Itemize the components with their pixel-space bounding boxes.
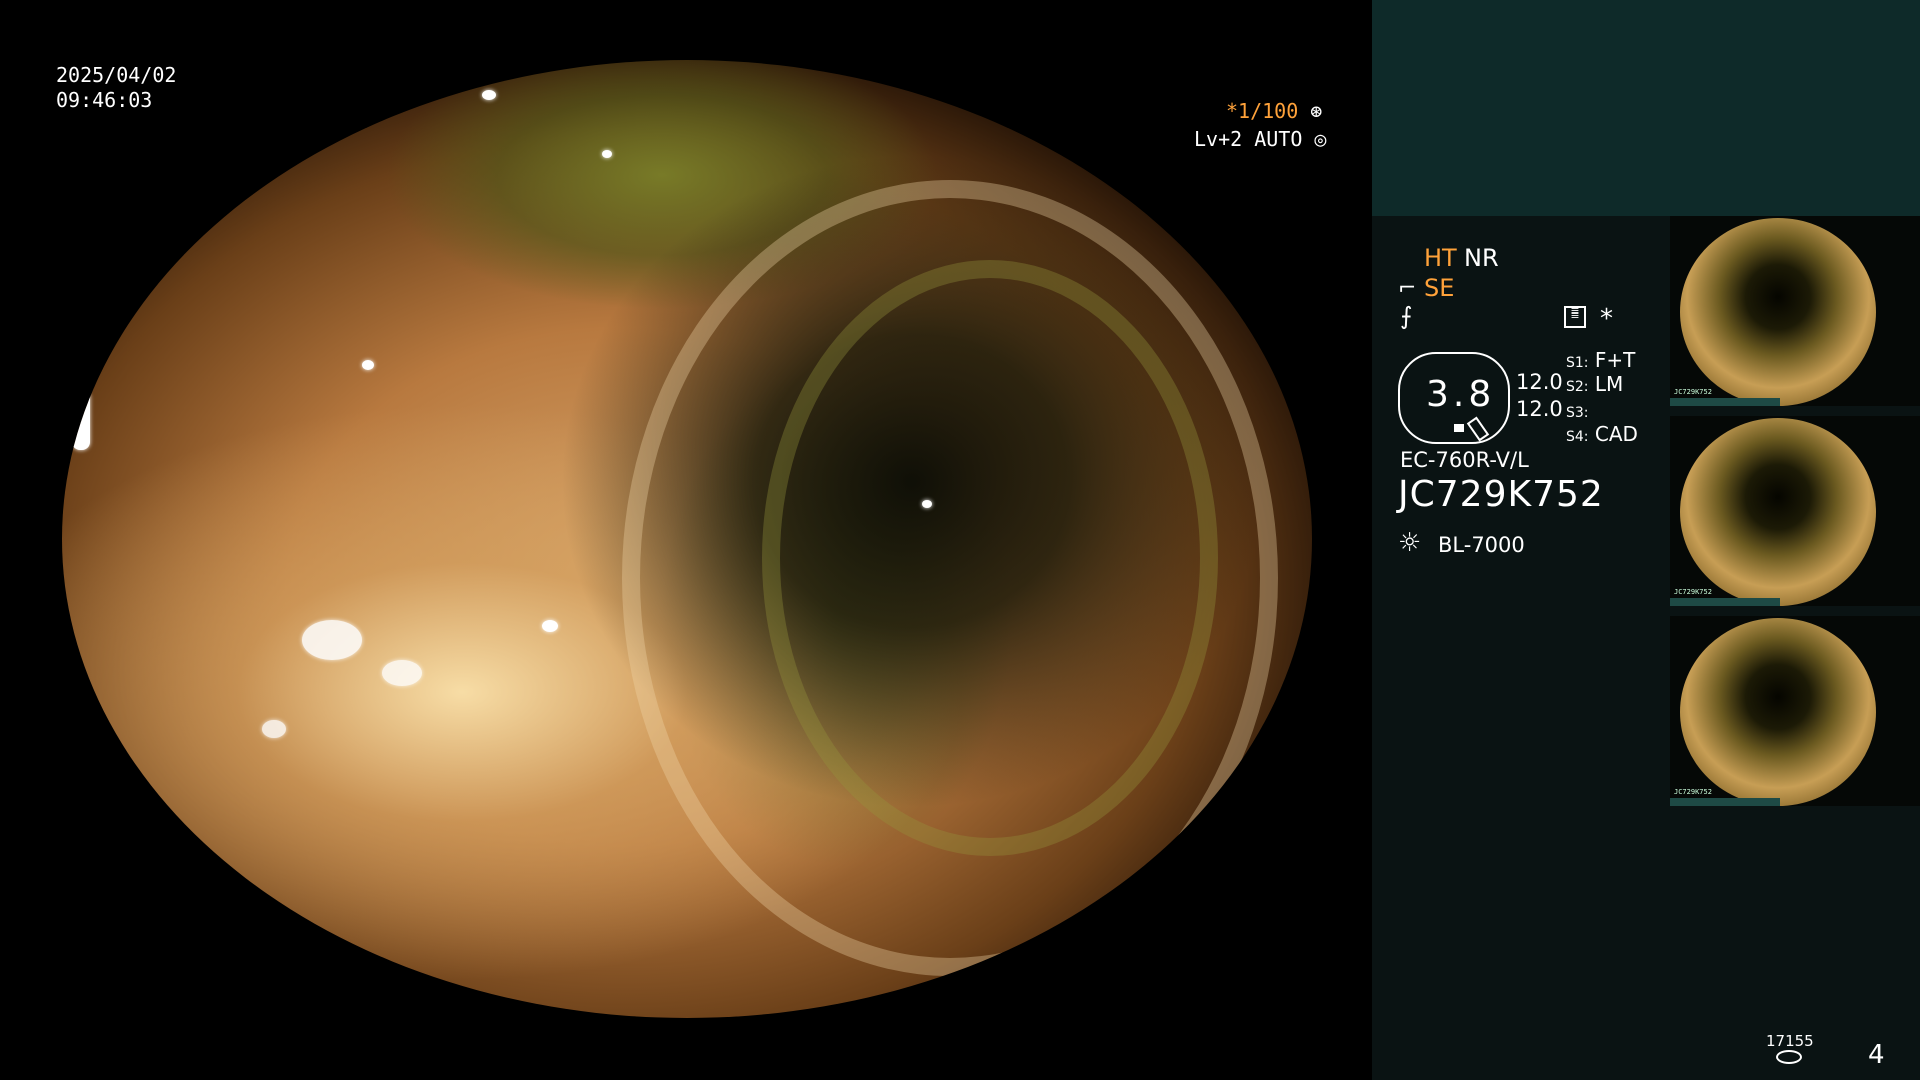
s3-setting: S3: (1566, 405, 1589, 421)
thumbnail-image (1680, 218, 1876, 406)
ht-indicator: HT (1424, 244, 1457, 272)
endoscope-image (62, 60, 1312, 1018)
gauge-value: 3.8 (1426, 374, 1496, 415)
thumbnail[interactable]: JC729K752 (1670, 616, 1920, 806)
thumbnail[interactable]: JC729K752 (1670, 416, 1920, 606)
settings-list-icon: ≡ ≡ (1564, 305, 1586, 328)
mucosal-fold (762, 260, 1218, 856)
light-source-model: BL-7000 (1438, 533, 1525, 557)
shutter-speed: *1/100 ⊛ (1226, 99, 1323, 123)
panel-header-block (1372, 0, 1920, 216)
thumbnail-image (1680, 418, 1876, 606)
asterisk-indicator: * (1600, 304, 1613, 334)
thumbnail-bar (1670, 798, 1780, 806)
gauge-reading-1: 12.0 (1516, 370, 1563, 394)
scope-model: EC-760R-V/L (1400, 448, 1529, 472)
thumbnail-caption: JC729K752 (1674, 788, 1712, 796)
thumbnail-bar (1670, 398, 1780, 406)
exam-date: 2025/04/02 (56, 63, 177, 87)
thumbnail-image (1680, 618, 1876, 806)
scope-serial: JC729K752 (1398, 474, 1604, 515)
s4-setting: S4: CAD (1566, 422, 1638, 446)
gauge-reading-2: 12.0 (1516, 397, 1563, 421)
s2-setting: S2: LM (1566, 372, 1624, 396)
endoscope-video-feed: 2025/04/02 09:46:03 *1/100 ⊛ Lv+2 AUTO ◎ (0, 0, 1372, 1080)
light-source-icon: ☼ (1398, 528, 1422, 558)
status-panel: HT NR ⌐ SE ⨍ ≡ ≡ * 3.8 12.0 12.0 S1: F+T … (1372, 0, 1920, 1080)
se-indicator: SE (1424, 274, 1455, 302)
freeze-icon: ⨍ (1400, 302, 1413, 330)
s1-setting: S1: F+T (1566, 348, 1636, 372)
gauge-marker-icon (1454, 424, 1464, 432)
image-counter: 17155 (1766, 1032, 1814, 1050)
storage-icon (1776, 1050, 1802, 1064)
thumbnail[interactable]: JC729K752 (1670, 216, 1920, 406)
exam-time: 09:46:03 (56, 88, 153, 112)
iris-icon: ◎ (1302, 127, 1327, 151)
enhancement-level: Lv+2 AUTO ◎ (1194, 127, 1327, 151)
shutter-icon: ⊛ (1298, 99, 1323, 123)
nr-indicator: NR (1464, 244, 1499, 272)
scope-mode-icon: ⌐ (1398, 276, 1417, 301)
page-number: 4 (1868, 1040, 1885, 1070)
thumbnail-bar (1670, 598, 1780, 606)
thumbnail-caption: JC729K752 (1674, 588, 1712, 596)
thumbnail-caption: JC729K752 (1674, 388, 1712, 396)
